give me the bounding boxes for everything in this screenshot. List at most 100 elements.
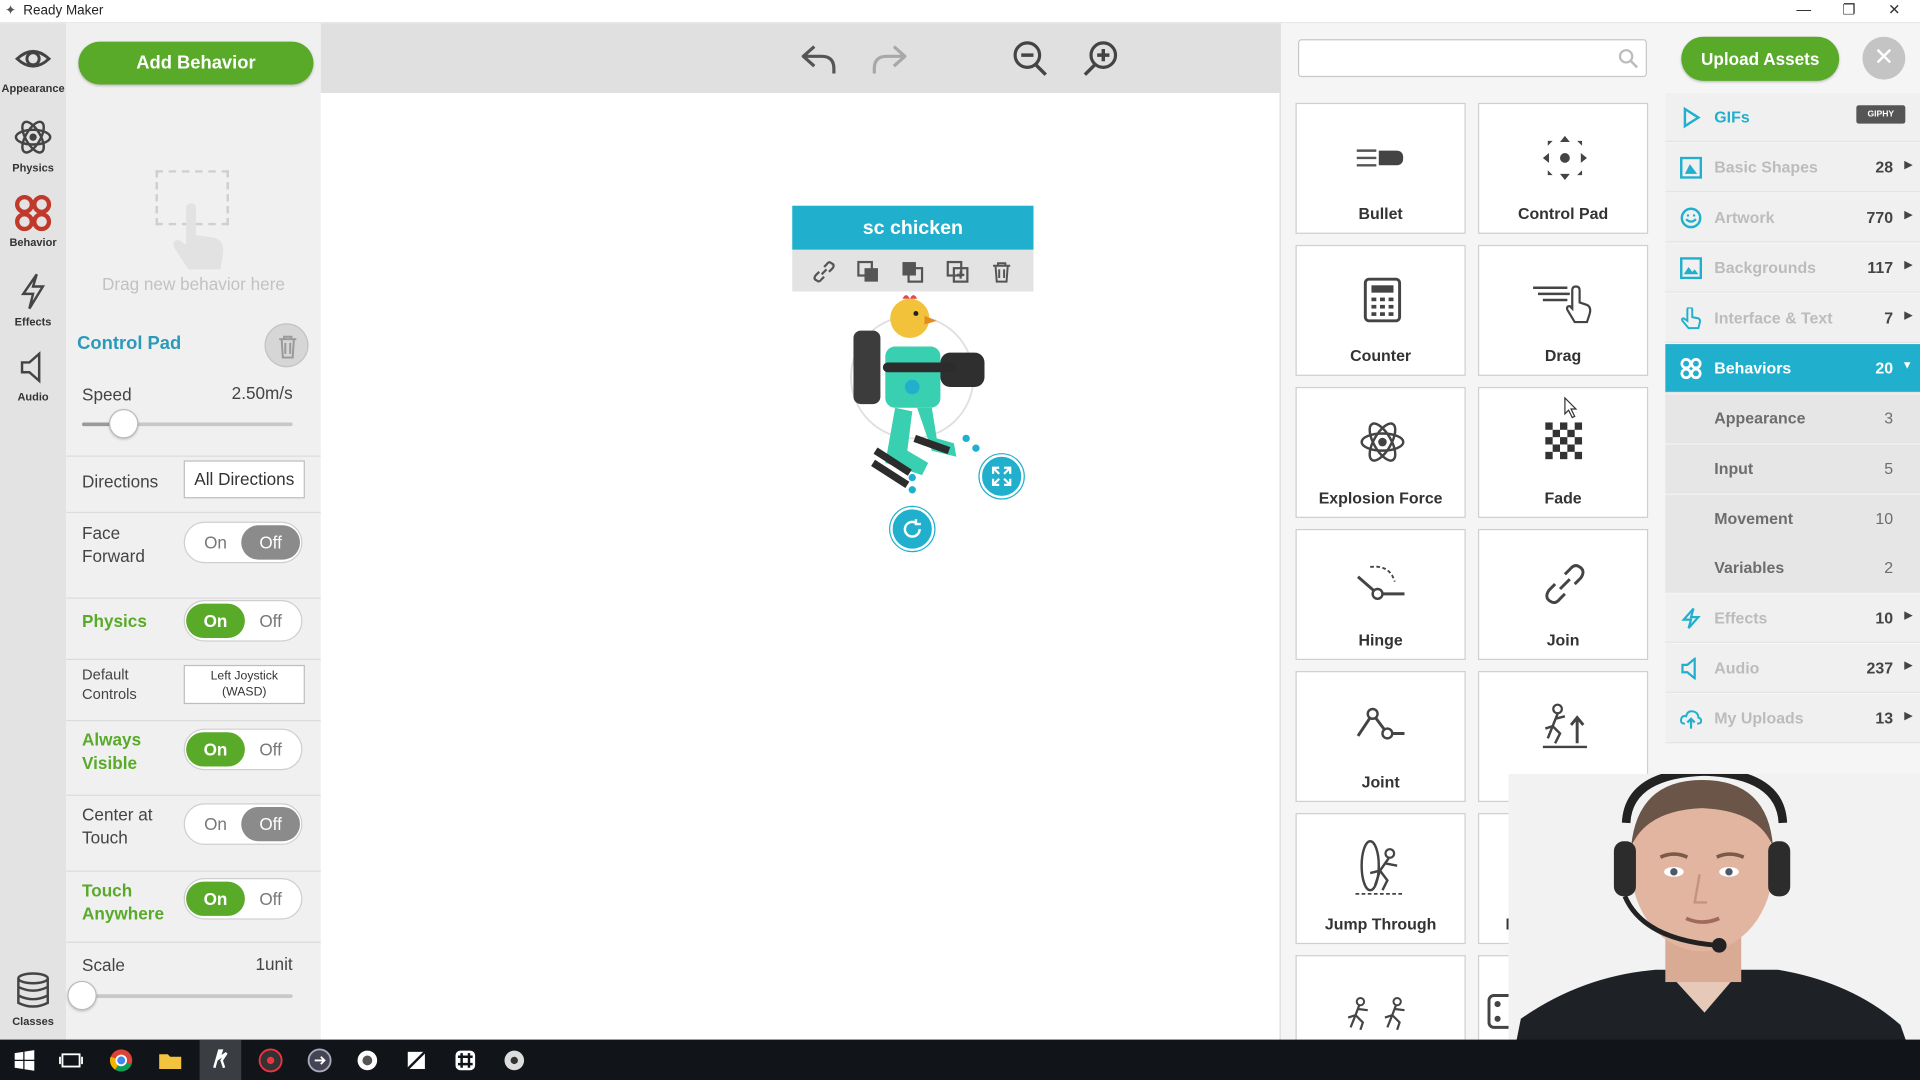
close-assets-button[interactable]: ✕: [1862, 36, 1906, 80]
link-icon[interactable]: [812, 260, 836, 284]
toggle-on-option[interactable]: On: [186, 732, 245, 767]
send-backward-icon[interactable]: [900, 260, 924, 284]
category-name: Behaviors: [1714, 358, 1792, 378]
upload-assets-button[interactable]: Upload Assets: [1681, 36, 1840, 81]
toggle-off-option[interactable]: Off: [241, 604, 300, 638]
rail-physics[interactable]: Physics: [0, 108, 66, 181]
rail-classes[interactable]: Classes: [0, 961, 66, 1034]
explosion-icon: [1360, 422, 1405, 462]
category-behaviors[interactable]: Behaviors 20 ▼: [1665, 344, 1920, 394]
physics-toggle[interactable]: On Off: [183, 600, 303, 642]
center-at-touch-toggle[interactable]: On Off: [183, 803, 303, 845]
toggle-off-option[interactable]: Off: [241, 525, 301, 560]
rail-audio[interactable]: Audio: [0, 339, 66, 412]
subcategory-variables[interactable]: Variables 2: [1665, 543, 1920, 593]
behavior-tile-joint[interactable]: Joint: [1295, 671, 1466, 803]
rail-effects[interactable]: Effects: [0, 262, 66, 335]
rotate-handle[interactable]: [890, 506, 935, 552]
camera-app-icon[interactable]: [502, 1048, 526, 1072]
category-count: 3: [1884, 408, 1894, 428]
zoom-out-button[interactable]: [1010, 39, 1049, 78]
subcategory-appearance[interactable]: Appearance 3: [1665, 394, 1920, 444]
chrome-icon[interactable]: [109, 1048, 133, 1072]
expand-arrow-icon: ▶: [1904, 708, 1913, 722]
category-basic-shapes[interactable]: Basic Shapes 28 ▶: [1665, 143, 1920, 193]
asset-search-input[interactable]: [1297, 39, 1647, 78]
subcategory-movement[interactable]: Movement 10: [1665, 494, 1920, 544]
always-visible-toggle[interactable]: On Off: [183, 728, 303, 771]
category-backgrounds[interactable]: Backgrounds 117 ▶: [1665, 243, 1920, 293]
zoom-in-button[interactable]: [1081, 39, 1120, 78]
rail-appearance[interactable]: Appearance: [0, 31, 66, 104]
speed-slider-knob[interactable]: [109, 408, 139, 439]
touch-anywhere-toggle[interactable]: On Off: [183, 877, 303, 920]
toggle-off-option[interactable]: Off: [241, 732, 300, 766]
slack-icon[interactable]: [453, 1048, 477, 1072]
category-audio[interactable]: Audio 237 ▶: [1665, 644, 1920, 694]
behavior-tile-control-pad[interactable]: Control Pad: [1477, 102, 1649, 234]
screen-recorder-icon[interactable]: [258, 1048, 283, 1073]
behavior-tile-jump-through[interactable]: Jump Through: [1295, 813, 1466, 945]
always-visible-row: Always Visible On Off: [66, 720, 321, 790]
sticky-notes-icon[interactable]: [404, 1048, 428, 1072]
speed-value: 2.50m/s: [231, 383, 293, 403]
tile-label: Bullet: [1358, 204, 1403, 223]
behavior-tile-bullet[interactable]: Bullet: [1295, 102, 1466, 234]
behavior-tile-drag[interactable]: Drag: [1477, 244, 1649, 376]
duplicate-icon[interactable]: [945, 260, 969, 284]
robot-chicken-sprite[interactable]: [836, 291, 995, 499]
category-count: 237: [1866, 658, 1894, 678]
search-icon[interactable]: [1618, 48, 1640, 70]
toggle-off-option[interactable]: Off: [241, 806, 301, 842]
toggle-on-option[interactable]: On: [186, 881, 245, 916]
category-my-uploads[interactable]: My Uploads 13 ▶: [1665, 694, 1920, 744]
category-effects[interactable]: Effects 10 ▶: [1665, 593, 1920, 643]
file-explorer-icon[interactable]: [158, 1048, 182, 1072]
scale-value: 1unit: [255, 953, 293, 974]
minimize-button[interactable]: —: [1782, 0, 1826, 22]
default-controls-select[interactable]: Left Joystick (WASD): [183, 664, 305, 705]
join-link-icon: [1545, 564, 1585, 605]
toggle-off-option[interactable]: Off: [241, 882, 300, 916]
undo-button[interactable]: [800, 39, 839, 78]
category-artwork[interactable]: Artwork 770 ▶: [1665, 193, 1920, 243]
behavior-icon: [15, 195, 52, 232]
category-interface-text[interactable]: Interface & Text 7 ▶: [1665, 293, 1920, 343]
restore-button[interactable]: ❐: [1827, 0, 1871, 22]
behavior-tile-hinge[interactable]: Hinge: [1295, 528, 1466, 661]
drag-hand-icon: [1533, 285, 1592, 324]
app-icon-circle[interactable]: [307, 1048, 332, 1073]
behavior-tile-counter[interactable]: Counter: [1295, 244, 1466, 376]
category-name: Input: [1714, 459, 1754, 478]
directions-select[interactable]: All Directions: [183, 460, 305, 499]
webcam-app-icon[interactable]: [355, 1048, 379, 1072]
resize-handle[interactable]: [979, 454, 1024, 499]
behavior-tile-partial-1[interactable]: [1295, 955, 1466, 1040]
rail-behavior[interactable]: Behavior: [0, 185, 66, 258]
bring-forward-icon[interactable]: [856, 260, 880, 284]
asset-search-field[interactable]: [1304, 45, 1598, 73]
delete-behavior-button[interactable]: [264, 323, 309, 368]
category-name: My Uploads: [1714, 708, 1804, 728]
toggle-on-option[interactable]: On: [186, 525, 245, 559]
category-count: 20: [1875, 358, 1894, 378]
subcategory-input[interactable]: Input 5: [1665, 444, 1920, 494]
redo-button[interactable]: [869, 39, 908, 78]
touch-anywhere-row: Touch Anywhere On Off: [66, 870, 321, 941]
window-close-button[interactable]: ✕: [1872, 0, 1916, 22]
delete-object-icon[interactable]: [989, 260, 1013, 284]
windows-start-icon[interactable]: [12, 1048, 36, 1072]
speed-slider[interactable]: [82, 408, 293, 439]
taskbar-ready-maker-active[interactable]: [199, 1039, 242, 1080]
behavior-drop-zone[interactable]: Drag new behavior here: [66, 158, 321, 305]
add-behavior-button[interactable]: Add Behavior: [78, 41, 314, 85]
behavior-tile-explosion-force[interactable]: Explosion Force: [1295, 386, 1466, 518]
scale-slider-knob[interactable]: [67, 980, 97, 1011]
face-forward-toggle[interactable]: On Off: [183, 521, 303, 564]
toggle-on-option[interactable]: On: [186, 807, 245, 841]
scale-slider[interactable]: [67, 980, 293, 1011]
task-view-icon[interactable]: [59, 1048, 83, 1072]
toggle-on-option[interactable]: On: [186, 603, 245, 638]
behavior-tile-join[interactable]: Join: [1477, 528, 1649, 661]
category-gifs[interactable]: GIFs GIPHY: [1665, 93, 1920, 143]
